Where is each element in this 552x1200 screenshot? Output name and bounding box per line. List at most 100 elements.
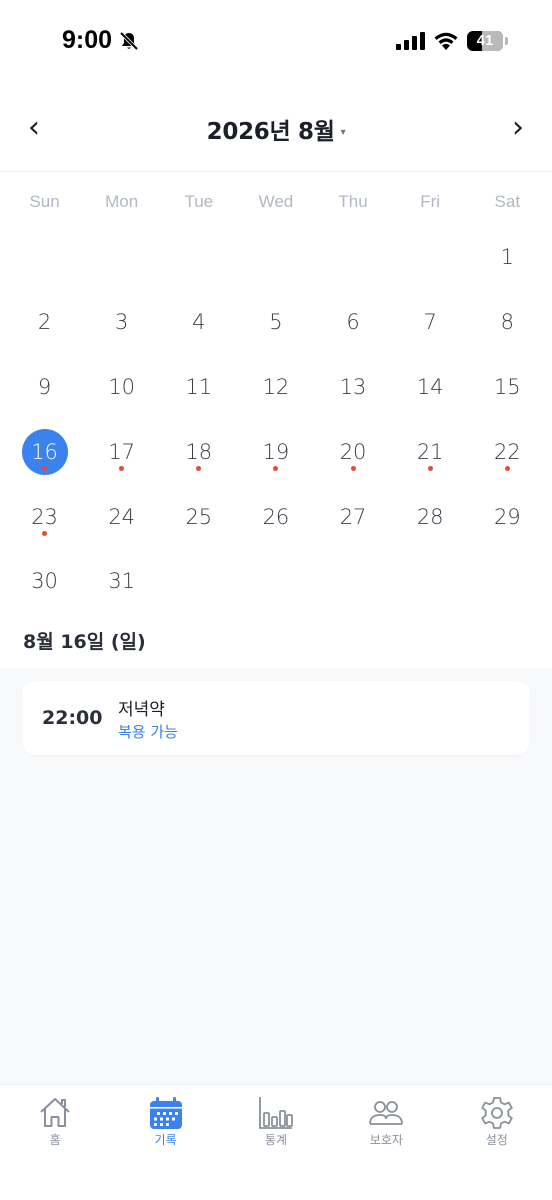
- calendar-week-row: 9 10 11 12 13 14 15: [6, 355, 546, 420]
- calendar-empty-cell: [315, 225, 392, 290]
- calendar-day-30[interactable]: 30: [6, 549, 83, 614]
- tab-home[interactable]: 홈: [0, 1085, 110, 1200]
- calendar-day-number: 19: [262, 439, 290, 464]
- tab-label: 통계: [264, 1133, 288, 1147]
- selected-date-label: 8월 16일 (일): [23, 631, 146, 653]
- calendar-day-11[interactable]: 11: [160, 355, 237, 420]
- medication-time: 22:00: [42, 707, 103, 729]
- bar-chart-icon: [259, 1097, 293, 1129]
- calendar-day-22[interactable]: 22: [469, 419, 546, 484]
- calendar-day-number: 12: [262, 374, 290, 399]
- weekday-label: Wed: [258, 192, 294, 211]
- tab-label: 보호자: [369, 1133, 403, 1147]
- calendar-day-14[interactable]: 14: [392, 355, 469, 420]
- calendar-day-number: 27: [339, 504, 367, 529]
- calendar-day-13[interactable]: 13: [315, 355, 392, 420]
- medication-status: 복용 가능: [118, 723, 178, 741]
- tab-stats[interactable]: 통계: [221, 1085, 331, 1200]
- calendar-day-number: 2: [37, 310, 52, 335]
- calendar-grid: 1 2 3 4 5 6 7 8 9 10 11 12 13 14 15 16 17 18 19 20 21 22 23 24 2…: [6, 225, 546, 614]
- calendar-day-2[interactable]: 2: [6, 290, 83, 355]
- schedule-dot-marker: [119, 465, 125, 471]
- calendar-day-1[interactable]: 1: [469, 225, 546, 290]
- calendar-day-26[interactable]: 26: [237, 484, 314, 549]
- home-icon: [40, 1098, 70, 1127]
- calendar-day-8[interactable]: 8: [469, 290, 546, 355]
- schedule-dot-marker: [427, 465, 433, 471]
- calendar-day-17[interactable]: 17: [83, 419, 160, 484]
- calendar-empty-cell: [315, 549, 392, 614]
- calendar-day-23[interactable]: 23: [6, 484, 83, 549]
- status-time: 9:00: [62, 26, 113, 54]
- calendar-day-6[interactable]: 6: [315, 290, 392, 355]
- weekday-label: Tue: [184, 192, 214, 211]
- calendar-day-number: 22: [493, 439, 521, 464]
- calendar-day-number: 8: [500, 310, 514, 335]
- calendar-empty-cell: [392, 549, 469, 614]
- calendar-day-31[interactable]: 31: [83, 549, 160, 614]
- calendar-empty-cell: [160, 225, 237, 290]
- schedule-dot-marker: [42, 530, 48, 536]
- calendar-day-3[interactable]: 3: [83, 290, 160, 355]
- calendar-day-number: 30: [31, 569, 58, 594]
- calendar-day-4[interactable]: 4: [160, 290, 237, 355]
- calendar-empty-cell: [237, 225, 314, 290]
- calendar-day-12[interactable]: 12: [237, 355, 314, 420]
- gear-icon: [481, 1097, 513, 1129]
- calendar-day-number: 4: [192, 310, 206, 335]
- weekday-header: Sun Mon Tue Wed Thu Fri Sat: [6, 192, 546, 220]
- calendar-day-18[interactable]: 18: [160, 419, 237, 484]
- weekday-label: Sat: [494, 192, 521, 211]
- calendar-day-7[interactable]: 7: [392, 290, 469, 355]
- calendar-day-19[interactable]: 19: [237, 419, 314, 484]
- calendar-day-5[interactable]: 5: [237, 290, 314, 355]
- calendar-day-number: 13: [339, 374, 367, 399]
- tab-records[interactable]: 기록: [110, 1085, 220, 1200]
- calendar-day-number: 23: [31, 504, 58, 529]
- tab-settings[interactable]: 설정: [442, 1085, 552, 1200]
- calendar-day-27[interactable]: 27: [315, 484, 392, 549]
- status-bar: 9:00 41: [0, 0, 552, 84]
- calendar-day-number: 21: [416, 439, 444, 464]
- weekday-label: Sun: [29, 192, 60, 211]
- calendar-day-16[interactable]: 16: [6, 419, 83, 484]
- calendar-day-21[interactable]: 21: [392, 419, 469, 484]
- battery-icon: 41: [467, 30, 509, 52]
- calendar-day-number: 10: [108, 374, 136, 399]
- schedule-dot-marker: [42, 465, 48, 471]
- next-month-button[interactable]: ›: [498, 106, 538, 150]
- medication-card[interactable]: 22:00 저녁약 복용 가능: [22, 681, 530, 755]
- calendar-day-number: 14: [416, 374, 444, 399]
- calendar-day-28[interactable]: 28: [392, 484, 469, 549]
- calendar-day-9[interactable]: 9: [6, 355, 83, 420]
- calendar-day-24[interactable]: 24: [83, 484, 160, 549]
- calendar-empty-cell: [6, 225, 83, 290]
- calendar-empty-cell: [392, 225, 469, 290]
- calendar-day-number: 11: [185, 374, 213, 399]
- calendar-day-number: 17: [108, 439, 136, 464]
- calendar-day-20[interactable]: 20: [315, 419, 392, 484]
- calendar-empty-cell: [237, 549, 314, 614]
- calendar-empty-cell: [83, 225, 160, 290]
- weekday-label: Mon: [105, 192, 139, 211]
- calendar-day-25[interactable]: 25: [160, 484, 237, 549]
- calendar-empty-cell: [160, 549, 237, 614]
- calendar-day-number: 16: [31, 439, 58, 464]
- calendar-day-number: 9: [37, 374, 52, 399]
- calendar-day-number: 29: [493, 504, 521, 529]
- calendar-day-29[interactable]: 29: [469, 484, 546, 549]
- calendar-day-10[interactable]: 10: [83, 355, 160, 420]
- calendar-day-number: 24: [108, 504, 136, 529]
- tab-label: 기록: [154, 1133, 177, 1147]
- calendar-day-15[interactable]: 15: [469, 355, 546, 420]
- calendar-day-number: 26: [262, 504, 290, 529]
- weekday-label: Fri: [420, 192, 441, 211]
- calendar-week-row: 16 17 18 19 20 21 22: [6, 419, 546, 484]
- month-selector[interactable]: 2026년 8월 ▾: [0, 112, 552, 146]
- calendar-day-number: 28: [416, 504, 444, 529]
- tab-label: 홈: [49, 1133, 61, 1147]
- tab-guardians[interactable]: 보호자: [331, 1085, 441, 1200]
- calendar-day-number: 31: [108, 569, 136, 594]
- wifi-icon: [434, 32, 458, 50]
- calendar-week-row: 1: [6, 225, 546, 290]
